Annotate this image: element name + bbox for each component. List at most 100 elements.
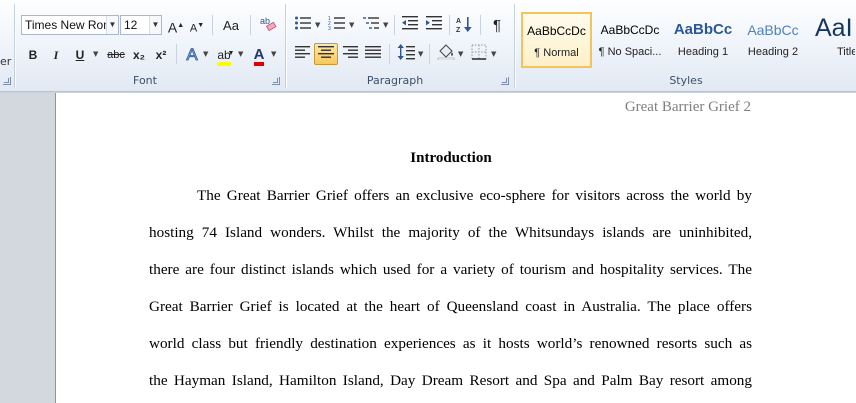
font-color-button[interactable]: A xyxy=(249,43,269,66)
section-heading[interactable]: Introduction xyxy=(56,150,846,167)
shading-chevron-icon[interactable]: ▼ xyxy=(458,43,463,65)
style-no-spacing[interactable]: AaBbCcDc ¶ No Spaci... xyxy=(595,12,665,68)
paint-bucket-icon xyxy=(437,44,455,61)
decrease-indent-icon xyxy=(402,16,418,30)
borders-icon xyxy=(471,44,487,60)
decrease-indent-button[interactable] xyxy=(399,14,421,36)
body-line[interactable]: Great Barrier Grief is located at the he… xyxy=(149,298,752,316)
align-center-icon xyxy=(318,46,334,58)
line-spacing-icon xyxy=(397,44,415,60)
strikethrough-icon: abc xyxy=(107,49,125,61)
style-heading-2[interactable]: AaBbCc Heading 2 xyxy=(740,12,806,68)
font-size-value: 12 xyxy=(124,18,138,32)
multilevel-list-button[interactable] xyxy=(360,14,382,36)
justify-button[interactable] xyxy=(362,43,384,65)
italic-icon: I xyxy=(53,48,59,62)
paragraph-group-label: Paragraph xyxy=(366,74,424,87)
svg-text:A: A xyxy=(456,18,461,25)
grow-font-button[interactable]: A▲ xyxy=(166,14,186,36)
font-group-label: Font xyxy=(133,74,157,87)
separator xyxy=(394,15,395,35)
increase-indent-button[interactable] xyxy=(423,14,445,36)
bullets-chevron-icon[interactable]: ▼ xyxy=(315,14,320,36)
style-sample: AaBbCc xyxy=(747,22,799,38)
multilevel-chevron-icon[interactable]: ▼ xyxy=(383,14,388,36)
underline-dropdown-chevron-icon[interactable]: ▼ xyxy=(93,43,98,65)
shrink-font-button[interactable]: A▼ xyxy=(187,14,207,36)
ribbon: er Times New Rom ▼ 12 ▼ A▲ A▼ Aa ▼ ab B … xyxy=(0,0,856,92)
pilcrow-icon: ¶ xyxy=(492,17,502,34)
align-center-button[interactable] xyxy=(314,43,338,65)
show-formatting-marks-button[interactable]: ¶ xyxy=(486,14,508,36)
sort-button[interactable]: A Z xyxy=(454,14,476,36)
align-right-button[interactable] xyxy=(339,43,361,65)
separator xyxy=(212,15,213,35)
text-effects-chevron-icon[interactable]: ▼ xyxy=(203,43,208,65)
font-name-value: Times New Rom xyxy=(25,18,114,32)
style-sample: AaBbCcDc xyxy=(527,24,586,38)
italic-button[interactable]: I xyxy=(46,43,66,65)
font-name-dropdown[interactable]: Times New Rom ▼ xyxy=(21,15,119,35)
separator xyxy=(250,15,251,35)
separator xyxy=(480,15,481,35)
align-left-button[interactable] xyxy=(292,43,314,65)
clipboard-group-fragment: er xyxy=(0,55,12,68)
body-line[interactable]: world class but friendly destination exp… xyxy=(149,335,752,353)
font-dialog-launcher[interactable] xyxy=(272,77,280,85)
line-spacing-chevron-icon[interactable]: ▼ xyxy=(418,43,423,65)
subscript-icon: x₂ xyxy=(132,48,145,62)
superscript-button[interactable]: x² xyxy=(151,43,171,65)
separator xyxy=(176,44,177,64)
borders-button[interactable] xyxy=(468,43,490,65)
chevron-down-icon: ▼ xyxy=(106,16,118,34)
shading-button[interactable] xyxy=(435,43,457,65)
font-color-chevron-icon[interactable]: ▼ xyxy=(271,43,276,65)
style-name: Heading 2 xyxy=(747,46,799,58)
align-right-icon xyxy=(343,46,358,58)
text-effects-button[interactable]: A xyxy=(182,43,202,65)
underline-button[interactable]: U xyxy=(70,43,90,65)
highlight-button[interactable]: ab xyxy=(212,43,236,66)
style-normal[interactable]: AaBbCcDc ¶ Normal xyxy=(521,12,592,68)
chevron-down-icon: ▼ xyxy=(149,16,161,34)
style-sample: AaBbCc xyxy=(673,21,733,38)
strikethrough-button[interactable]: abc xyxy=(104,43,128,65)
style-title[interactable]: AaI Title xyxy=(810,12,856,68)
group-separator xyxy=(514,4,515,88)
numbering-button[interactable]: 1 2 3 xyxy=(326,14,348,36)
clear-formatting-button[interactable]: ab xyxy=(257,13,279,35)
body-line[interactable]: hosting 74 Island wonders. Whilst the ma… xyxy=(149,224,752,242)
align-left-icon xyxy=(295,46,310,58)
text-effects-icon: A xyxy=(186,45,198,65)
borders-chevron-icon[interactable]: ▼ xyxy=(491,43,496,65)
separator xyxy=(389,44,390,64)
svg-text:ab: ab xyxy=(260,16,270,26)
bold-button[interactable]: B xyxy=(23,43,43,65)
body-line[interactable]: there are four distinct islands which us… xyxy=(149,261,752,279)
page-header[interactable]: Great Barrier Grief 2 xyxy=(625,99,751,116)
line-spacing-button[interactable] xyxy=(395,43,417,65)
document-page[interactable]: Great Barrier Grief 2 Introduction The G… xyxy=(55,93,856,403)
styles-group-label: Styles xyxy=(669,74,703,87)
sort-icon: A Z xyxy=(456,17,472,34)
justify-icon xyxy=(365,46,381,58)
style-name: Title xyxy=(837,46,855,58)
numbering-chevron-icon[interactable]: ▼ xyxy=(349,14,354,36)
underline-icon: U xyxy=(75,48,85,62)
font-size-dropdown[interactable]: 12 ▼ xyxy=(120,15,162,35)
change-case-icon: Aa xyxy=(223,18,239,33)
clipboard-dialog-launcher[interactable] xyxy=(3,77,11,85)
clear-formatting-icon: ab xyxy=(260,16,277,32)
body-line[interactable]: The Great Barrier Grief offers an exclus… xyxy=(149,187,752,205)
style-heading-1[interactable]: AaBbCc Heading 1 xyxy=(668,12,738,68)
bullets-button[interactable] xyxy=(292,14,314,36)
svg-text:Z: Z xyxy=(456,27,461,33)
subscript-button[interactable]: x₂ xyxy=(129,43,149,65)
paragraph-dialog-launcher[interactable] xyxy=(501,77,509,85)
bullets-icon xyxy=(295,16,311,30)
change-case-button[interactable]: Aa ▼ xyxy=(218,14,244,57)
grow-font-icon: A xyxy=(167,19,178,36)
highlight-chevron-icon[interactable]: ▼ xyxy=(238,43,243,65)
style-name: Heading 1 xyxy=(677,46,729,58)
body-line[interactable]: the Hayman Island, Hamilton Island, Day … xyxy=(149,372,752,390)
